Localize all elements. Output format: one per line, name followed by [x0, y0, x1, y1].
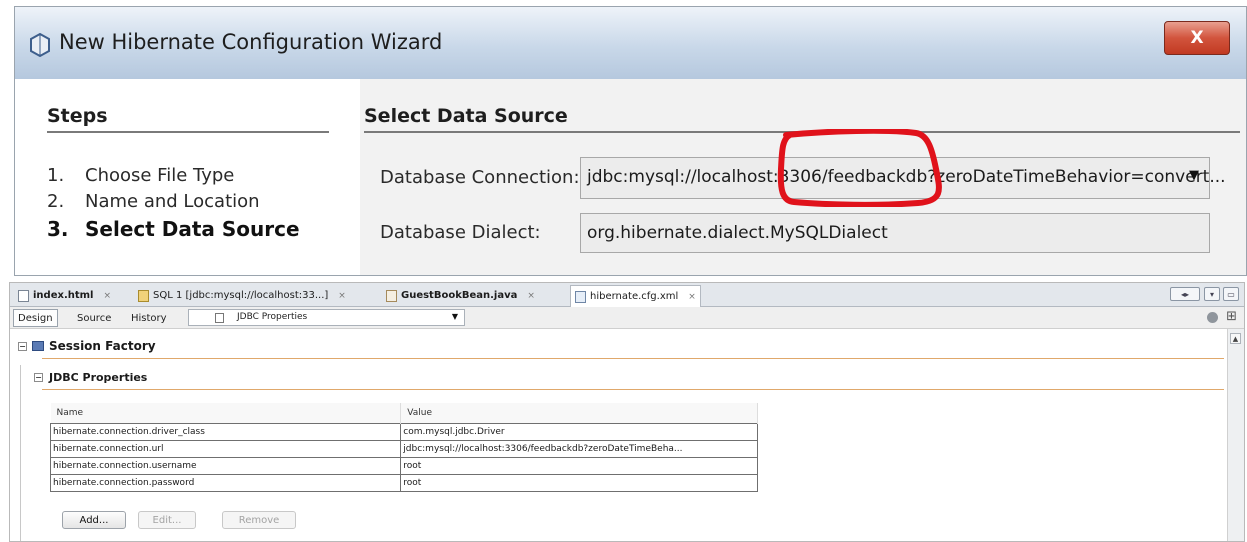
- session-factory-title: Session Factory: [49, 339, 156, 353]
- table-row[interactable]: hibernate.connection.username root: [49, 457, 758, 475]
- scroll-tabs-icon[interactable]: ◂▸: [1170, 287, 1200, 301]
- dialect-value: org.hibernate.dialect.MySQLDialect: [587, 223, 888, 243]
- scroll-up-icon[interactable]: ▲: [1230, 333, 1241, 344]
- maximize-window-icon[interactable]: ▭: [1223, 287, 1239, 301]
- add-button[interactable]: Add...: [62, 511, 126, 529]
- edit-button[interactable]: Edit...: [138, 511, 196, 529]
- source-view-button[interactable]: Source: [73, 310, 115, 326]
- tab-index-html[interactable]: index.html ×: [14, 286, 115, 305]
- dialect-label: Database Dialect:: [380, 222, 541, 243]
- section-page-icon: [215, 313, 224, 323]
- close-button[interactable]: X: [1164, 21, 1230, 55]
- jdbc-properties-section[interactable]: − JDBC Properties: [34, 371, 147, 384]
- table-row[interactable]: hibernate.connection.driver_class com.my…: [49, 423, 758, 441]
- table-row[interactable]: hibernate.connection.password root: [49, 474, 758, 492]
- tab-sql-1[interactable]: SQL 1 [jdbc:mysql://localhost:33...] ×: [134, 286, 350, 305]
- table-header-row: Name Value: [50, 403, 758, 424]
- close-tab-icon[interactable]: ×: [338, 291, 346, 301]
- property-value[interactable]: jdbc:mysql://localhost:3306/feedbackdb?z…: [400, 440, 758, 458]
- table-row[interactable]: hibernate.connection.url jdbc:mysql://lo…: [49, 440, 758, 458]
- steps-heading: Steps: [47, 105, 329, 133]
- step-select-data-source: 3. Select Data Source: [47, 217, 300, 241]
- property-value[interactable]: com.mysql.jdbc.Driver: [400, 423, 758, 441]
- design-view-button[interactable]: Design: [13, 309, 58, 327]
- column-header-name[interactable]: Name: [50, 403, 402, 424]
- sql-file-icon: [138, 289, 149, 302]
- ide-editor-window: index.html × SQL 1 [jdbc:mysql://localho…: [9, 282, 1245, 542]
- property-value[interactable]: root: [400, 474, 758, 492]
- html-file-icon: [18, 289, 29, 302]
- column-header-value[interactable]: Value: [400, 403, 758, 424]
- session-factory-section[interactable]: − Session Factory: [18, 339, 156, 353]
- panel-heading: Select Data Source: [364, 105, 1240, 133]
- collapse-icon[interactable]: −: [34, 373, 43, 382]
- connection-value: jdbc:mysql://localhost:3306/feedbackdb?z…: [587, 167, 1226, 187]
- wizard-title-bar[interactable]: New Hibernate Configuration Wizard X: [15, 7, 1246, 80]
- property-name[interactable]: hibernate.connection.url: [49, 440, 402, 458]
- property-name[interactable]: hibernate.connection.driver_class: [49, 423, 402, 441]
- vertical-scrollbar[interactable]: ▲: [1227, 329, 1244, 541]
- connection-label: Database Connection:: [380, 167, 580, 188]
- close-tab-icon[interactable]: ×: [688, 292, 696, 302]
- editor-tab-bar: index.html × SQL 1 [jdbc:mysql://localho…: [10, 283, 1244, 307]
- status-circle-icon[interactable]: [1207, 312, 1218, 323]
- close-tab-icon[interactable]: ×: [527, 291, 535, 301]
- property-name[interactable]: hibernate.connection.password: [49, 474, 402, 492]
- java-file-icon: [386, 289, 397, 302]
- database-connection-dropdown[interactable]: jdbc:mysql://localhost:3306/feedbackdb?z…: [580, 157, 1226, 199]
- steps-panel: Steps 1. Choose File Type 2. Name and Loca…: [15, 79, 360, 275]
- remove-button[interactable]: Remove: [222, 511, 296, 529]
- section-dropdown[interactable]: JDBC Properties ▼: [188, 309, 465, 326]
- history-view-button[interactable]: History: [127, 310, 171, 326]
- close-icon: X: [1190, 28, 1204, 48]
- tab-hibernate-cfg-xml[interactable]: hibernate.cfg.xml ×: [570, 285, 701, 307]
- step-name-and-location: 2. Name and Location: [47, 191, 260, 212]
- chevron-down-icon[interactable]: ▼: [1189, 168, 1199, 183]
- section-divider: [42, 389, 1224, 390]
- editor-toolbar: Design Source History JDBC Properties ▼ …: [10, 307, 1244, 329]
- xml-file-icon: [575, 290, 586, 303]
- property-value[interactable]: root: [400, 457, 758, 475]
- chevron-down-icon: ▼: [451, 312, 458, 321]
- property-name[interactable]: hibernate.connection.username: [49, 457, 402, 475]
- collapse-icon[interactable]: −: [18, 341, 27, 351]
- session-factory-icon: [32, 341, 44, 351]
- show-opened-documents-icon[interactable]: ▾: [1204, 287, 1220, 301]
- data-source-panel: Select Data Source Database Connection: …: [360, 79, 1246, 275]
- netbeans-logo-icon: [30, 33, 50, 57]
- expand-icon[interactable]: ⊞: [1226, 309, 1237, 324]
- design-view-content: − Session Factory − JDBC Properties Name…: [10, 329, 1228, 541]
- section-dropdown-value: JDBC Properties: [237, 312, 308, 322]
- close-tab-icon[interactable]: ×: [103, 291, 111, 301]
- tab-guestbookbean-java[interactable]: GuestBookBean.java ×: [382, 286, 539, 305]
- jdbc-properties-title: JDBC Properties: [49, 371, 148, 384]
- jdbc-properties-table: Name Value hibernate.connection.driver_c…: [49, 403, 758, 492]
- database-dialect-field[interactable]: org.hibernate.dialect.MySQLDialect: [580, 213, 1210, 253]
- hibernate-wizard-dialog: New Hibernate Configuration Wizard X Ste…: [14, 6, 1247, 276]
- section-divider: [42, 358, 1224, 359]
- step-choose-file-type: 1. Choose File Type: [47, 165, 235, 186]
- wizard-title: New Hibernate Configuration Wizard: [59, 30, 443, 54]
